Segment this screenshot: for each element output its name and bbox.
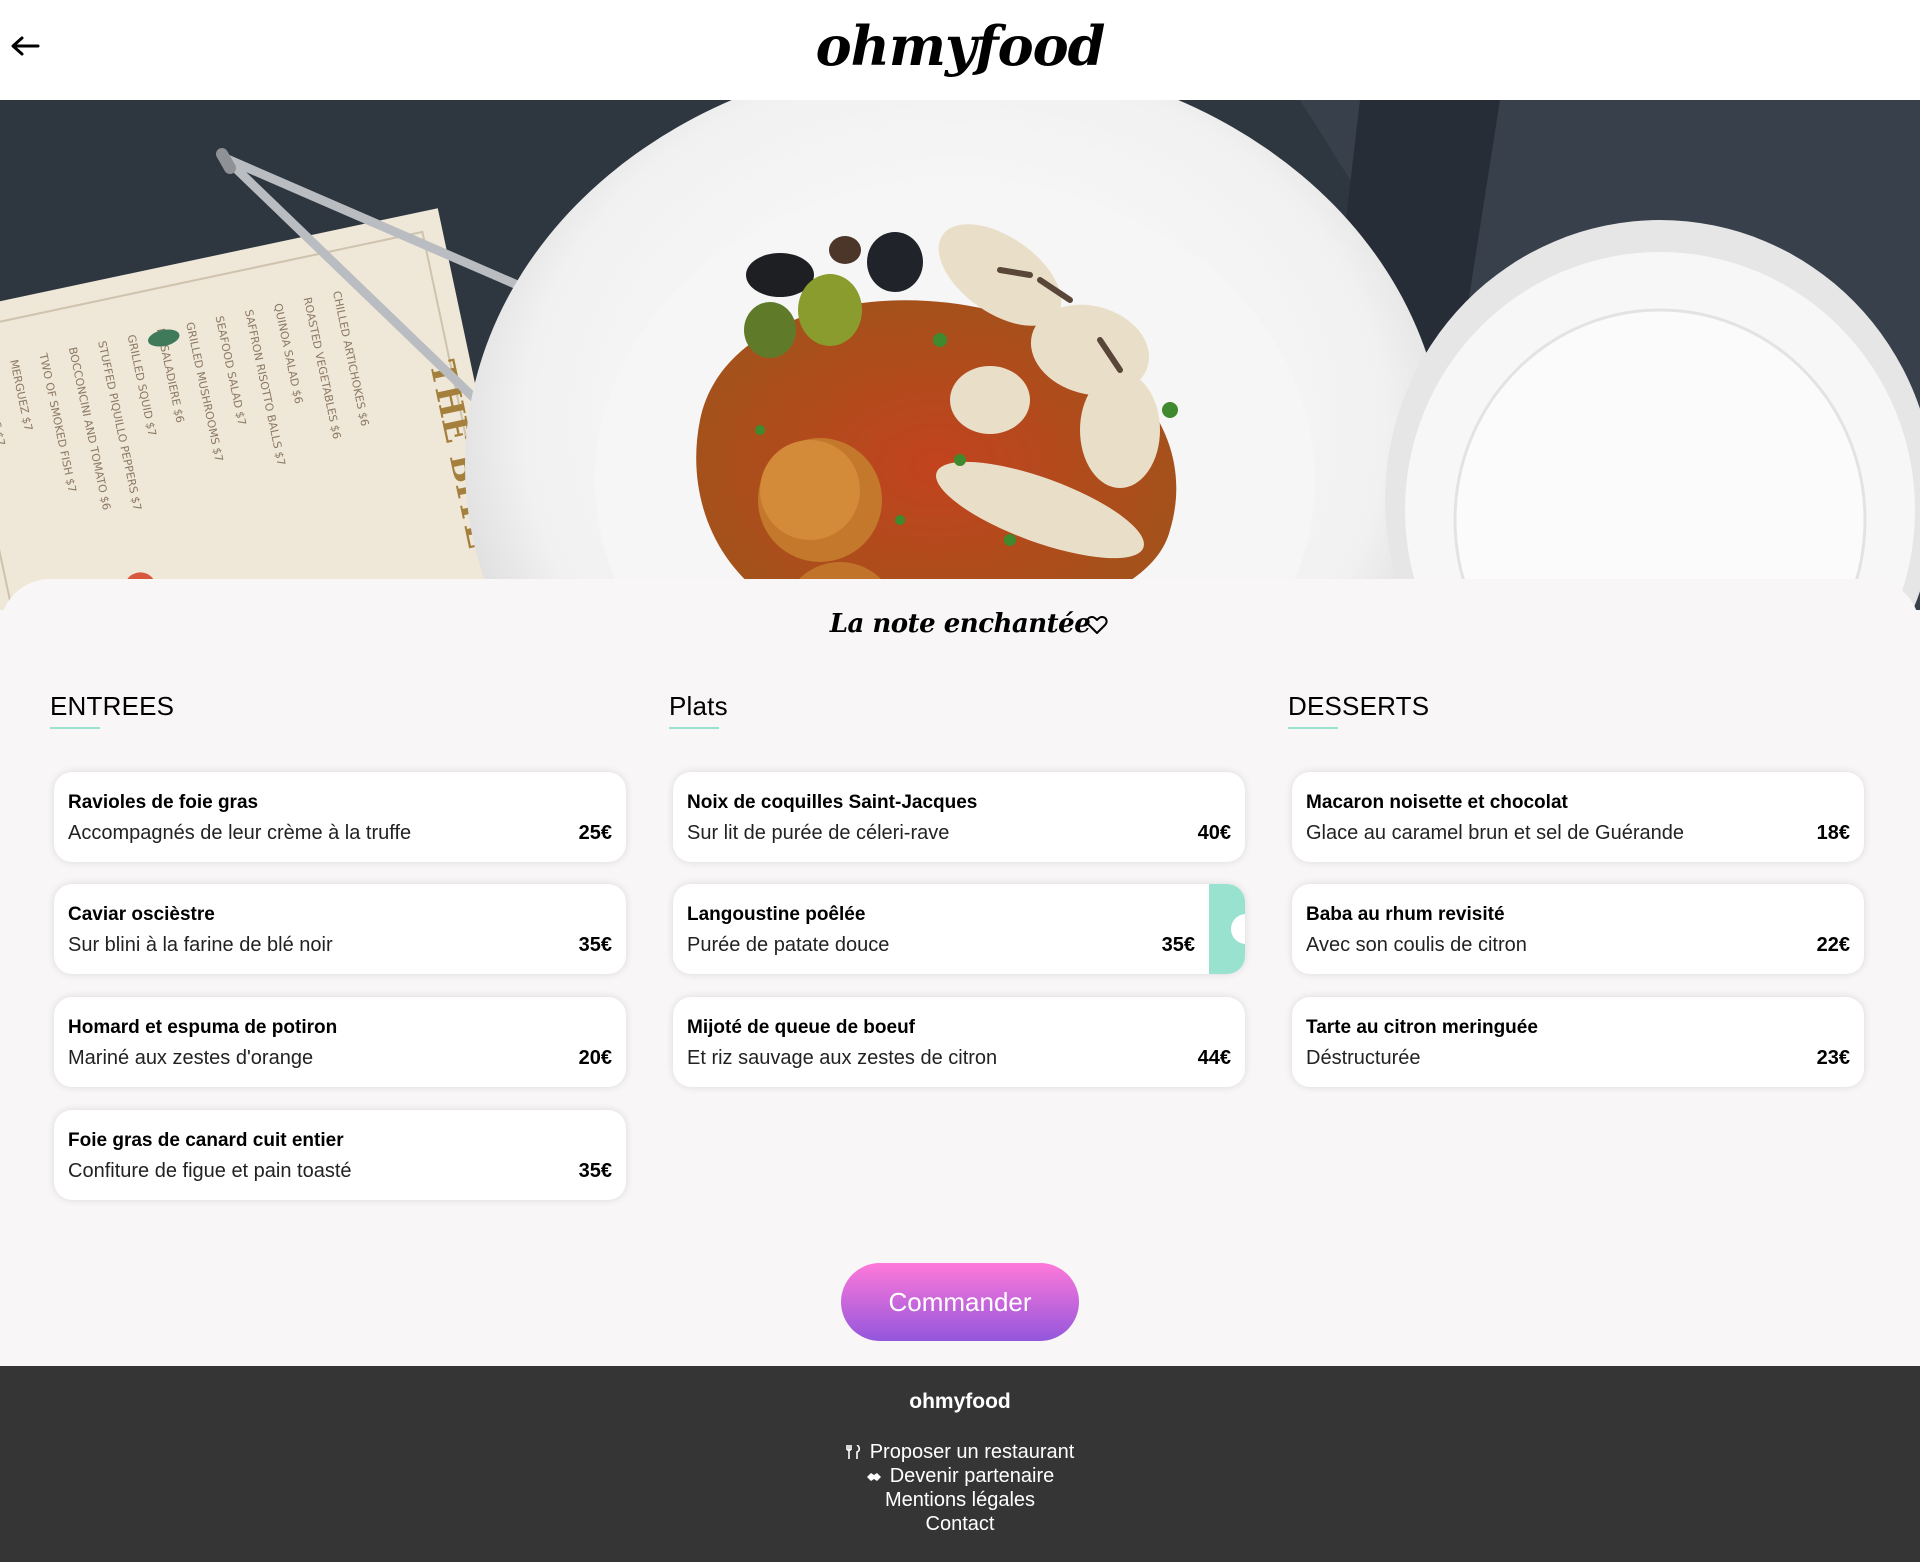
dish-description: Déstructurée: [1306, 1047, 1421, 1069]
dish-card[interactable]: Mijoté de queue de boeuf Et riz sauvage …: [673, 997, 1245, 1087]
footer-links: Proposer un restaurant Devenir partenair…: [0, 1440, 1920, 1536]
dish-card[interactable]: Ravioles de foie gras Accompagnés de leu…: [54, 772, 626, 862]
dish-price: 22€: [1816, 934, 1850, 956]
dish-name: Noix de coquilles Saint-Jacques: [687, 792, 978, 813]
section-heading: ENTREES: [50, 691, 175, 721]
dish-price: 20€: [578, 1047, 612, 1069]
dish-name: Langoustine poêlée: [687, 904, 866, 925]
dish-description: Mariné aux zestes d'orange: [68, 1047, 314, 1069]
dish-price: 40€: [1197, 822, 1231, 844]
utensils-icon: [845, 1445, 860, 1459]
dish-card[interactable]: Homard et espuma de potiron Mariné aux z…: [54, 997, 626, 1087]
dish-price: 35€: [578, 1160, 612, 1182]
heart-outline-icon[interactable]: [1086, 615, 1108, 635]
dish-card[interactable]: Tarte au citron meringuée Déstructurée 2…: [1292, 997, 1864, 1087]
hero-image: THE BITE CHILLED ARTICHOKES $6 ROASTED V…: [0, 100, 1920, 610]
header: ohmyfood: [0, 0, 1920, 100]
dish-name: Foie gras de canard cuit entier: [68, 1130, 344, 1151]
dish-price: 35€: [1161, 934, 1195, 956]
dish-name: Tarte au citron meringuée: [1306, 1017, 1538, 1038]
dish-card[interactable]: Foie gras de canard cuit entier Confitur…: [54, 1110, 626, 1200]
footer-link-propose-restaurant[interactable]: Proposer un restaurant: [870, 1441, 1075, 1463]
footer-logo[interactable]: ohmyfood: [0, 1390, 1920, 1414]
dish-name: Baba au rhum revisité: [1306, 904, 1505, 925]
handshake-icon: [866, 1473, 881, 1481]
footer-link-item: Mentions légales: [0, 1488, 1920, 1512]
footer: ohmyfood Proposer un restaurant Devenir …: [0, 1366, 1920, 1562]
footer-link-legal[interactable]: Mentions légales: [885, 1489, 1035, 1511]
dish-card-selected[interactable]: Langoustine poêlée Purée de patate douce…: [673, 884, 1245, 974]
heading-underline: [1288, 727, 1338, 729]
dish-name: Ravioles de foie gras: [68, 792, 259, 813]
dish-name: Macaron noisette et chocolat: [1306, 792, 1568, 813]
dish-card[interactable]: Caviar oscièstre Sur blini à la farine d…: [54, 884, 626, 974]
section-heading: Plats: [669, 691, 728, 721]
section-heading: DESSERTS: [1288, 691, 1430, 721]
menu-panel: La note enchantée ENTREES Ravioles de fo…: [0, 579, 1920, 1366]
footer-link-item: Proposer un restaurant: [0, 1440, 1920, 1464]
dish-description: Glace au caramel brun et sel de Guérande: [1306, 822, 1684, 844]
footer-link-contact[interactable]: Contact: [926, 1513, 995, 1535]
dish-card[interactable]: Noix de coquilles Saint-Jacques Sur lit …: [673, 772, 1245, 862]
check-circle-icon: [1209, 884, 1245, 974]
dish-price: 23€: [1816, 1047, 1850, 1069]
dish-description: Avec son coulis de citron: [1306, 934, 1527, 956]
dish-name: Mijoté de queue de boeuf: [687, 1017, 916, 1038]
dish-name: Homard et espuma de potiron: [68, 1017, 338, 1038]
restaurant-name: La note enchantée: [829, 609, 1091, 639]
dish-price: 18€: [1816, 822, 1850, 844]
dish-name: Caviar oscièstre: [68, 904, 215, 925]
dish-description: Et riz sauvage aux zestes de citron: [687, 1047, 998, 1069]
site-logo[interactable]: ohmyfood: [0, 14, 1920, 78]
dish-description: Confiture de figue et pain toasté: [68, 1160, 352, 1182]
dish-price: 35€: [578, 934, 612, 956]
dish-price: 25€: [578, 822, 612, 844]
heading-underline: [50, 727, 100, 729]
dish-description: Purée de patate douce: [687, 934, 890, 956]
heading-underline: [669, 727, 719, 729]
dish-card[interactable]: Macaron noisette et chocolat Glace au ca…: [1292, 772, 1864, 862]
footer-link-item: Devenir partenaire: [0, 1464, 1920, 1488]
dish-description: Accompagnés de leur crème à la truffe: [68, 822, 412, 844]
order-button[interactable]: Commander: [841, 1263, 1079, 1341]
dish-card[interactable]: Baba au rhum revisité Avec son coulis de…: [1292, 884, 1864, 974]
dish-price: 44€: [1197, 1047, 1231, 1069]
dish-description: Sur blini à la farine de blé noir: [68, 934, 333, 956]
footer-link-become-partner[interactable]: Devenir partenaire: [890, 1465, 1055, 1487]
footer-link-item: Contact: [0, 1512, 1920, 1536]
dish-description: Sur lit de purée de céleri-rave: [687, 822, 950, 844]
